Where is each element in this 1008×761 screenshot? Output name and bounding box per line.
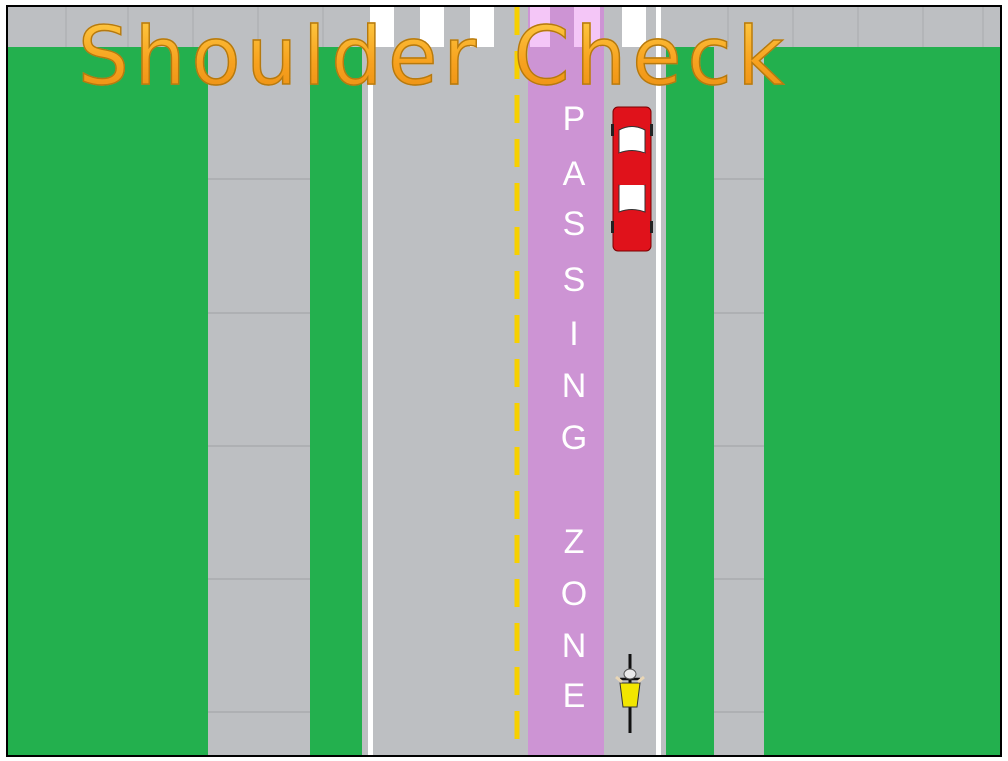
car-icon (611, 106, 653, 252)
zone-letter: I (569, 315, 579, 353)
zone-letter: S (562, 205, 586, 243)
zone-letter: P (562, 100, 586, 138)
zone-letter: E (562, 677, 586, 715)
left-sidewalk (208, 47, 310, 755)
zone-letter: A (562, 155, 586, 193)
right-sidewalk (714, 47, 764, 755)
zone-letter: G (560, 419, 588, 457)
page-title: Shoulder Check (77, 7, 790, 107)
zone-letter: S (562, 261, 586, 299)
scene-canvas: P A S S I N G Z O N E Shoulder Check (6, 5, 1002, 757)
road-scene (8, 7, 1000, 755)
zone-letter: O (560, 575, 588, 613)
zone-letter: N (561, 367, 587, 405)
right-edge-line (656, 7, 661, 755)
zone-letter: N (561, 627, 587, 665)
zone-letter: Z (563, 523, 585, 561)
left-edge-line (368, 47, 373, 755)
